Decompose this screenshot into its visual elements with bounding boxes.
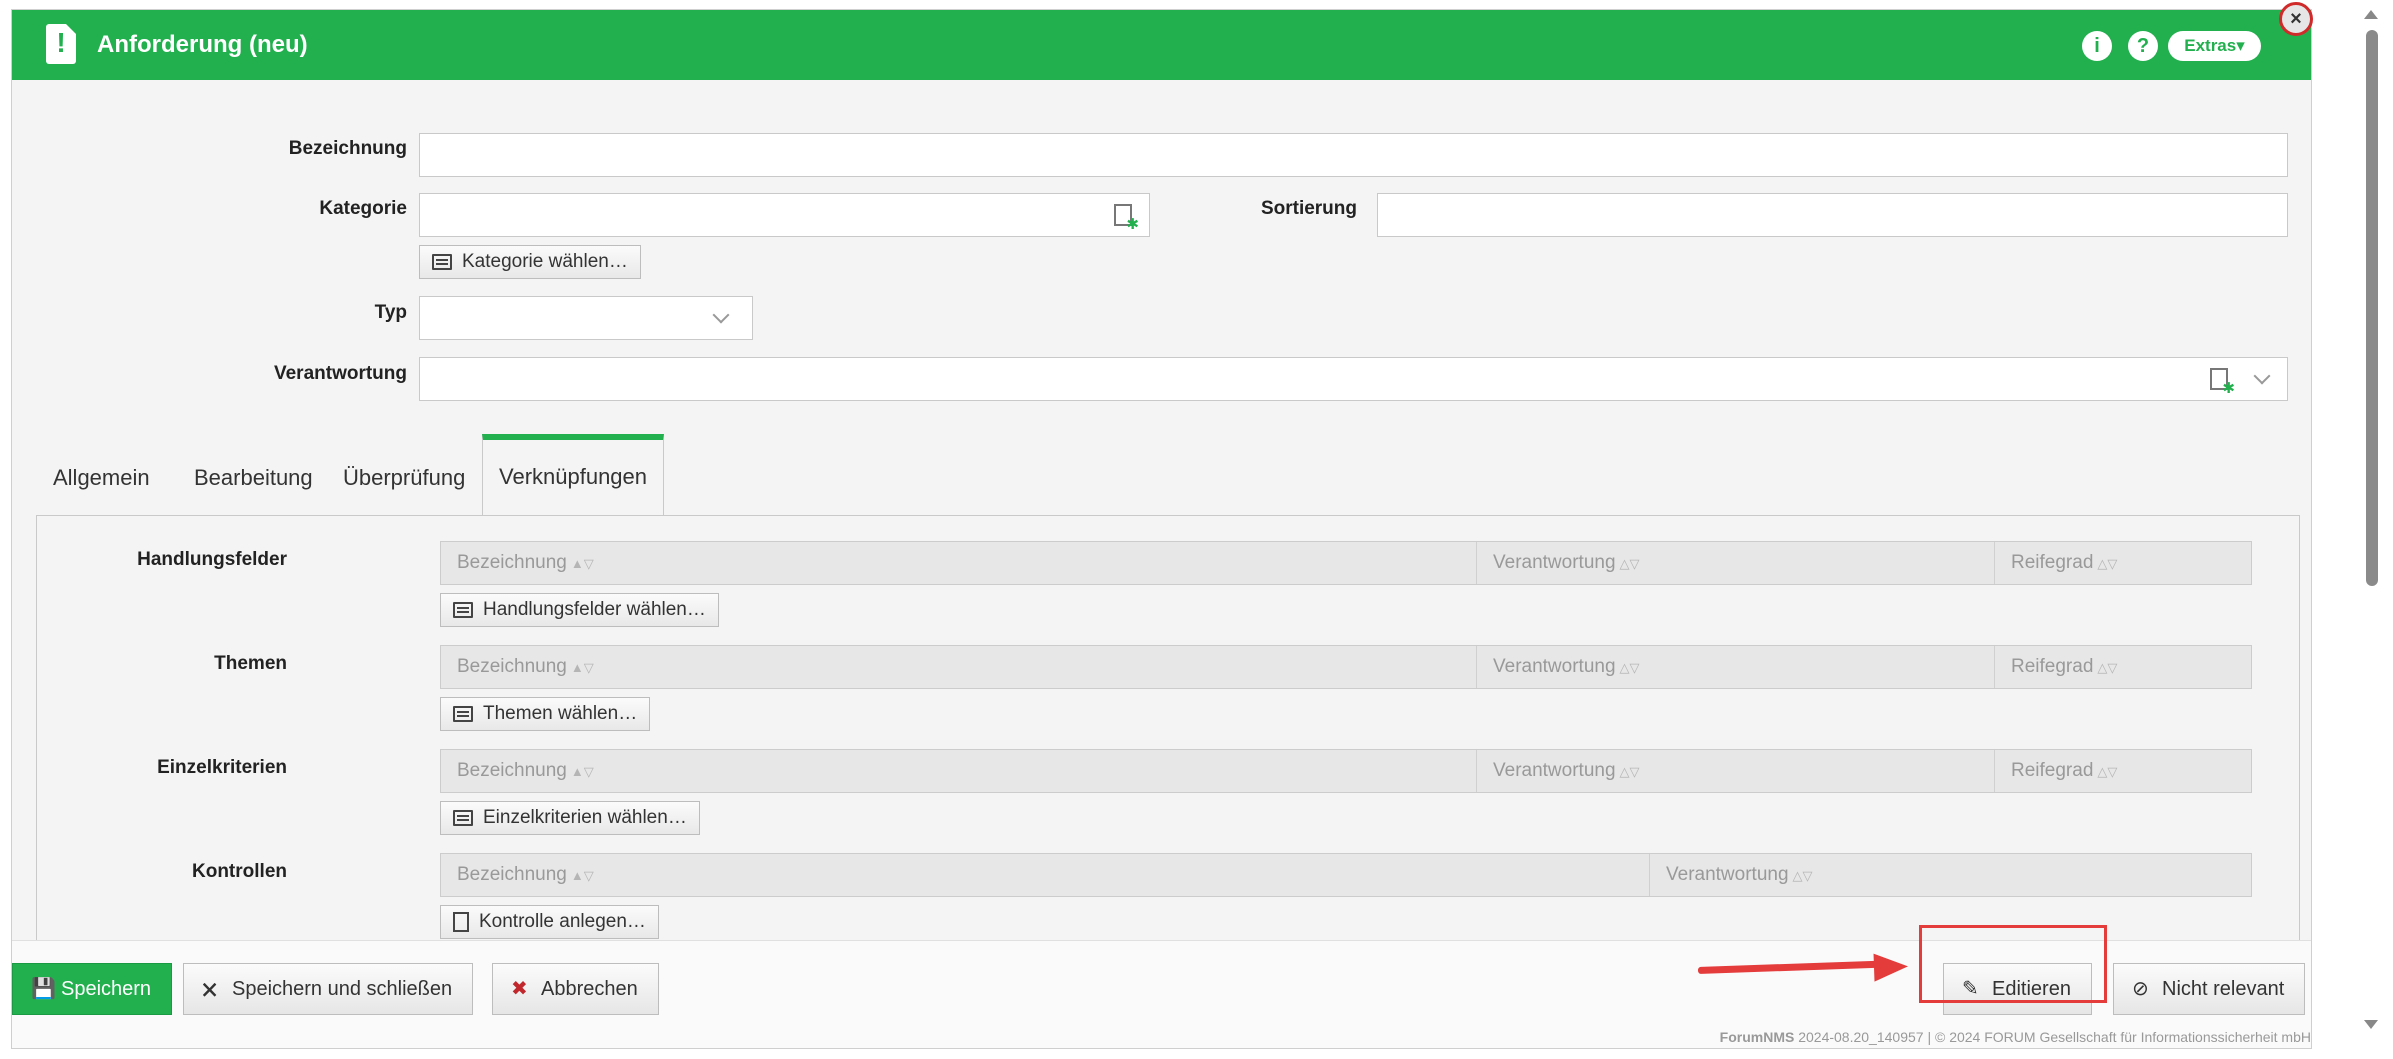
themen-label: Themen xyxy=(214,653,287,674)
kontrolle-create-label: Kontrolle anlegen… xyxy=(479,911,646,932)
scrollbar-thumb[interactable] xyxy=(2366,30,2378,586)
typ-select[interactable] xyxy=(419,296,753,340)
column-verantwortung[interactable]: Verantwortung △▽ xyxy=(1477,542,1995,584)
list-icon xyxy=(453,706,473,722)
themen-choose-button[interactable]: Themen wählen… xyxy=(440,697,651,731)
column-reifegrad[interactable]: Reifegrad △▽ xyxy=(1995,646,2251,688)
scroll-down-arrow-icon[interactable] xyxy=(2364,1020,2378,1029)
annotation-arrow-head xyxy=(1873,952,1909,982)
column-reifegrad[interactable]: Reifegrad △▽ xyxy=(1995,542,2251,584)
save-close-icon: 🗙 xyxy=(202,978,218,1000)
sort-icon: △▽ xyxy=(1792,868,1813,883)
list-icon xyxy=(453,602,473,618)
kontrollen-label: Kontrollen xyxy=(192,861,287,882)
info-icon[interactable]: i xyxy=(2082,31,2112,61)
sort-icon: △▽ xyxy=(1619,764,1640,779)
close-icon[interactable]: × xyxy=(2279,2,2313,36)
sortierung-label: Sortierung xyxy=(1260,198,1357,219)
annotation-highlight-box xyxy=(1919,925,2107,1003)
cross-icon: ✖ xyxy=(511,978,528,1000)
column-verantwortung[interactable]: Verantwortung △▽ xyxy=(1477,646,1995,688)
column-verantwortung[interactable]: Verantwortung △▽ xyxy=(1650,854,2251,896)
sort-icon: △▽ xyxy=(1619,556,1640,571)
document-exclamation-icon: ! xyxy=(46,24,76,64)
sort-icon: ▲▽ xyxy=(570,764,594,779)
tab-bearbeitung[interactable]: Bearbeitung xyxy=(194,434,313,516)
chevron-down-icon xyxy=(712,306,730,324)
handlungsfelder-label: Handlungsfelder xyxy=(137,549,287,570)
cancel-button[interactable]: ✖ Abbrechen xyxy=(492,963,659,1015)
kategorie-choose-label: Kategorie wählen… xyxy=(462,251,628,272)
handlungsfelder-choose-button[interactable]: Handlungsfelder wählen… xyxy=(440,593,719,627)
kategorie-choose-button[interactable]: Kategorie wählen… xyxy=(419,245,641,279)
extras-label: Extras xyxy=(2184,36,2237,55)
handlungsfelder-grid-header: Bezeichnung ▲▽ Verantwortung △▽ Reifegrad △… xyxy=(440,541,2252,585)
sort-icon: △▽ xyxy=(1619,660,1640,675)
caret-down-icon: ▾ xyxy=(2236,36,2245,55)
ban-icon: ⊘ xyxy=(2132,978,2149,1000)
dialog-window: ! Anforderung (neu) i ? Extras▾ Bezeichn… xyxy=(11,9,2312,1049)
sort-icon: △▽ xyxy=(2097,764,2118,779)
column-bezeichnung[interactable]: Bezeichnung ▲▽ xyxy=(441,646,1477,688)
kontrolle-create-button[interactable]: Kontrolle anlegen… xyxy=(440,905,659,939)
floppy-disk-icon: 💾 xyxy=(31,978,56,1000)
save-button[interactable]: 💾 Speichern xyxy=(12,963,173,1015)
handlungsfelder-choose-label: Handlungsfelder wählen… xyxy=(483,599,706,620)
tab-ueberpruefung[interactable]: Überprüfung xyxy=(343,434,465,516)
new-document-icon[interactable] xyxy=(1114,204,1139,232)
column-reifegrad[interactable]: Reifegrad △▽ xyxy=(1995,750,2251,792)
einzelkriterien-label: Einzelkriterien xyxy=(157,757,287,778)
themen-choose-label: Themen wählen… xyxy=(483,703,638,724)
themen-grid-header: Bezeichnung ▲▽ Verantwortung △▽ Reifegrad △… xyxy=(440,645,2252,689)
einzelkriterien-choose-button[interactable]: Einzelkriterien wählen… xyxy=(440,801,700,835)
sort-icon: ▲▽ xyxy=(570,556,594,571)
dialog-title: Anforderung (neu) xyxy=(97,31,308,58)
einzelkriterien-grid-header: Bezeichnung ▲▽ Verantwortung △▽ Reifegrad △… xyxy=(440,749,2252,793)
sort-icon: △▽ xyxy=(2097,660,2118,675)
sort-icon: ▲▽ xyxy=(570,868,594,883)
chevron-down-icon xyxy=(2253,367,2271,385)
column-verantwortung[interactable]: Verantwortung △▽ xyxy=(1477,750,1995,792)
bezeichnung-input[interactable] xyxy=(419,133,2288,177)
column-bezeichnung[interactable]: Bezeichnung ▲▽ xyxy=(441,854,1650,896)
sortierung-input[interactable] xyxy=(1377,193,2288,237)
save-and-close-button[interactable]: 🗙 Speichern und schließen xyxy=(183,963,474,1015)
new-document-icon[interactable] xyxy=(2210,368,2235,396)
kategorie-input[interactable] xyxy=(419,193,1150,237)
tab-allgemein[interactable]: Allgemein xyxy=(53,434,150,516)
scroll-up-arrow-icon[interactable] xyxy=(2364,10,2378,19)
kategorie-label: Kategorie xyxy=(319,198,407,219)
verantwortung-select[interactable] xyxy=(419,357,2288,401)
kontrollen-grid-header: Bezeichnung ▲▽ Verantwortung △▽ xyxy=(440,853,2252,897)
list-icon xyxy=(453,810,473,826)
typ-label: Typ xyxy=(374,302,407,323)
copyright-footer: ForumNMS 2024-08.20_140957 | © 2024 FORU… xyxy=(1719,1029,2311,1045)
document-icon xyxy=(453,912,469,932)
sort-icon: △▽ xyxy=(2097,556,2118,571)
verantwortung-label: Verantwortung xyxy=(273,363,407,384)
einzelkriterien-choose-label: Einzelkriterien wählen… xyxy=(483,807,687,828)
not-relevant-button[interactable]: ⊘ Nicht relevant xyxy=(2113,963,2306,1015)
dialog-titlebar: ! Anforderung (neu) i ? Extras▾ xyxy=(12,10,2311,80)
column-bezeichnung[interactable]: Bezeichnung ▲▽ xyxy=(441,750,1477,792)
tab-verknuepfungen[interactable]: Verknüpfungen xyxy=(482,434,665,516)
extras-menu-button[interactable]: Extras▾ xyxy=(2168,31,2261,61)
list-icon xyxy=(432,254,452,270)
bezeichnung-label: Bezeichnung xyxy=(288,138,407,159)
column-bezeichnung[interactable]: Bezeichnung ▲▽ xyxy=(441,542,1477,584)
help-icon[interactable]: ? xyxy=(2128,31,2158,61)
sort-icon: ▲▽ xyxy=(570,660,594,675)
